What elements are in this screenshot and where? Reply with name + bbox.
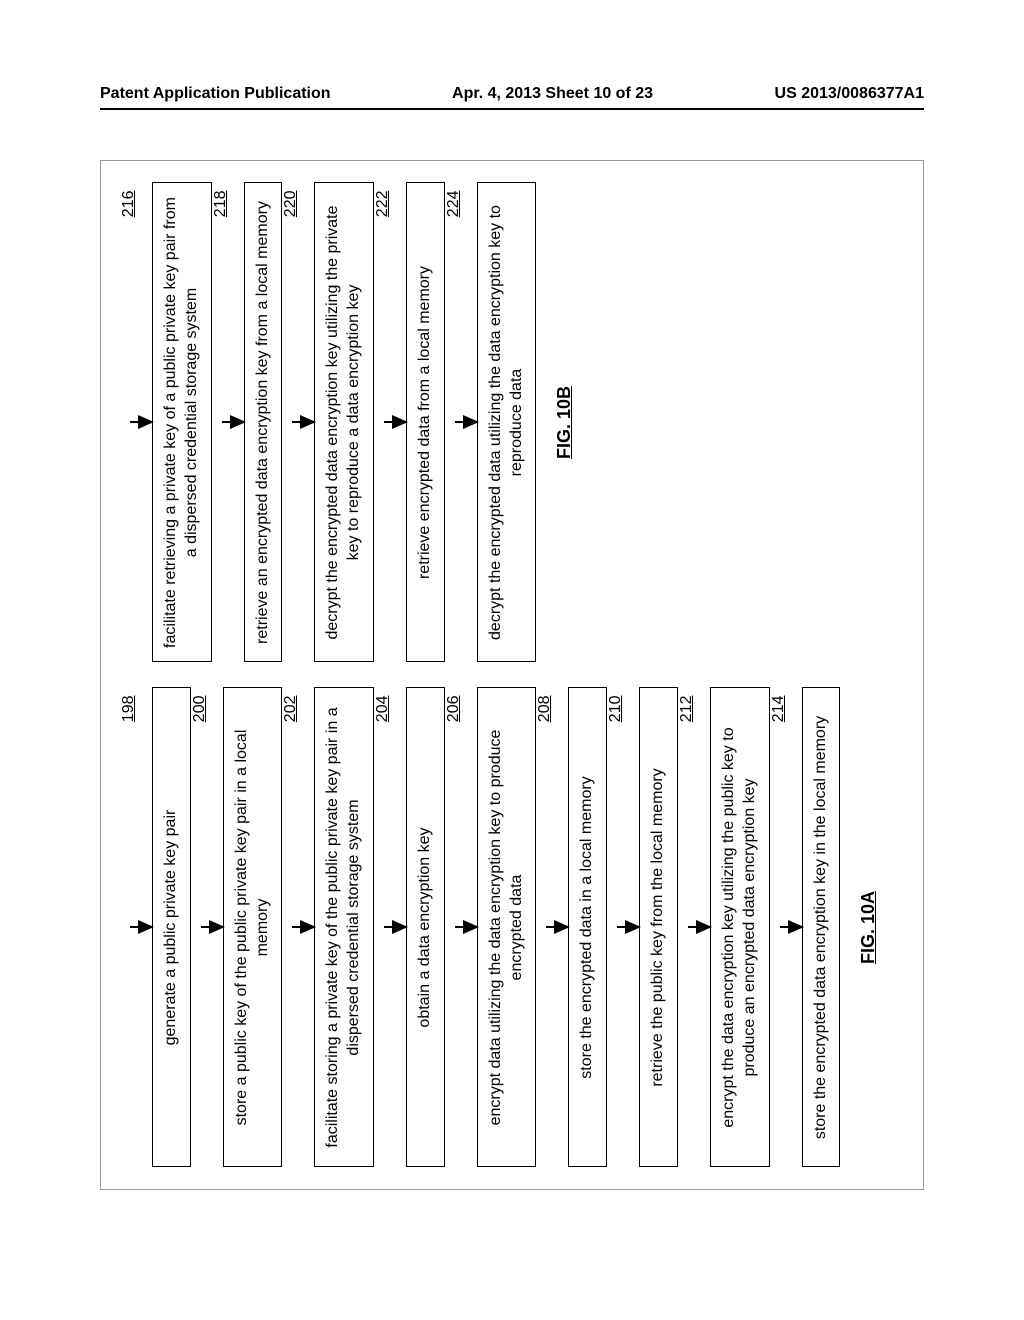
step-box: retrieve encrypted data from a local mem… bbox=[406, 183, 445, 663]
step-206: 206 encrypt data utilizing the data encr… bbox=[445, 688, 537, 1168]
step-202: 202 facilitate storing a private key of … bbox=[282, 688, 374, 1168]
step-box: store the encrypted data encryption key … bbox=[802, 688, 841, 1168]
diagram-container: 198 generate a public private key pair 2… bbox=[100, 160, 924, 1190]
header-left: Patent Application Publication bbox=[100, 85, 331, 103]
step-box: encrypt data utilizing the data encrypti… bbox=[477, 688, 537, 1168]
step-220: 220 decrypt the encrypted data encryptio… bbox=[282, 183, 374, 663]
arrow-down-icon bbox=[300, 416, 316, 430]
content-frame: 198 generate a public private key pair 2… bbox=[100, 160, 924, 1190]
arrow-down-icon bbox=[788, 921, 804, 935]
step-208: 208 store the encrypted data in a local … bbox=[536, 688, 607, 1168]
flowchart-10a: 198 generate a public private key pair 2… bbox=[120, 688, 879, 1168]
arrow-down-icon bbox=[696, 921, 712, 935]
step-224: 224 decrypt the encrypted data utilizing… bbox=[445, 183, 537, 663]
step-222: 222 retrieve encrypted data from a local… bbox=[374, 183, 445, 663]
flowchart-10b: 216 facilitate retrieving a private key … bbox=[120, 183, 575, 663]
figure-label-10b: FIG. 10B bbox=[554, 386, 575, 459]
step-214: 214 store the encrypted data encryption … bbox=[770, 688, 841, 1168]
step-212: 212 encrypt the data encryption key util… bbox=[678, 688, 770, 1168]
step-box: encrypt the data encryption key utilizin… bbox=[710, 688, 770, 1168]
step-box: obtain a data encryption key bbox=[406, 688, 445, 1168]
step-204: 204 obtain a data encryption key bbox=[374, 688, 445, 1168]
step-box: decrypt the encrypted data utilizing the… bbox=[477, 183, 537, 663]
arrow-down-icon bbox=[138, 416, 154, 430]
arrow-down-icon bbox=[463, 921, 479, 935]
header-center: Apr. 4, 2013 Sheet 10 of 23 bbox=[452, 85, 653, 103]
step-198: 198 generate a public private key pair bbox=[120, 688, 191, 1168]
step-box: facilitate storing a private key of the … bbox=[314, 688, 374, 1168]
step-box: decrypt the encrypted data encryption ke… bbox=[314, 183, 374, 663]
page-header: Patent Application Publication Apr. 4, 2… bbox=[0, 85, 1024, 103]
step-box: retrieve the public key from the local m… bbox=[639, 688, 678, 1168]
step-box: facilitate retrieving a private key of a… bbox=[152, 183, 212, 663]
step-200: 200 store a public key of the public pri… bbox=[191, 688, 283, 1168]
step-box: generate a public private key pair bbox=[152, 688, 191, 1168]
arrow-down-icon bbox=[300, 921, 316, 935]
arrow-down-icon bbox=[138, 921, 154, 935]
arrow-down-icon bbox=[463, 416, 479, 430]
header-rule bbox=[100, 108, 924, 110]
arrow-down-icon bbox=[230, 416, 246, 430]
step-box: store a public key of the public private… bbox=[223, 688, 283, 1168]
step-218: 218 retrieve an encrypted data encryptio… bbox=[212, 183, 283, 663]
arrow-down-icon bbox=[554, 921, 570, 935]
arrow-down-icon bbox=[392, 921, 408, 935]
arrow-down-icon bbox=[209, 921, 225, 935]
step-box: store the encrypted data in a local memo… bbox=[568, 688, 607, 1168]
arrow-down-icon bbox=[625, 921, 641, 935]
arrow-down-icon bbox=[392, 416, 408, 430]
step-210: 210 retrieve the public key from the loc… bbox=[607, 688, 678, 1168]
figure-label-10a: FIG. 10A bbox=[858, 891, 879, 964]
header-right: US 2013/0086377A1 bbox=[775, 85, 924, 103]
step-216: 216 facilitate retrieving a private key … bbox=[120, 183, 212, 663]
step-box: retrieve an encrypted data encryption ke… bbox=[244, 183, 283, 663]
